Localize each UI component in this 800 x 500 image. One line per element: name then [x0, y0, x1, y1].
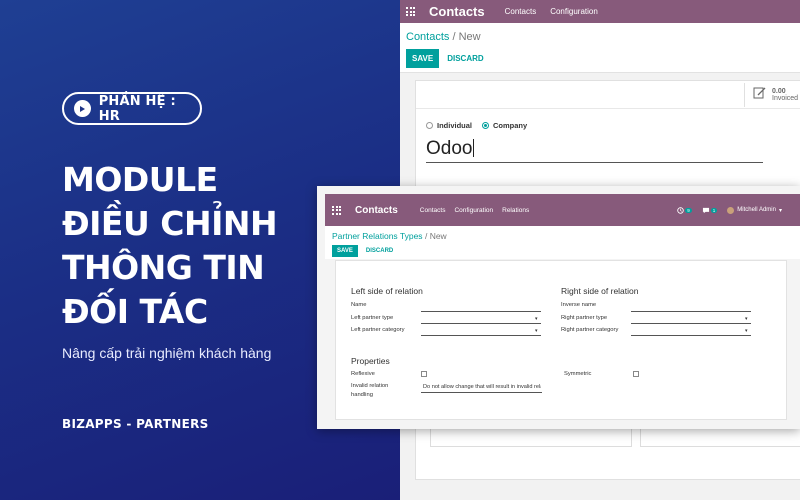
top-navbar: Contacts Contacts Configuration	[400, 0, 800, 23]
breadcrumb-separator: /	[424, 231, 428, 241]
app-name[interactable]: Contacts	[429, 4, 485, 19]
menu-relations[interactable]: Relations	[502, 207, 529, 214]
messages-button[interactable]: 1	[702, 207, 718, 214]
dropdown-arrow-icon[interactable]: ▾	[535, 316, 538, 322]
breadcrumb-separator: /	[452, 31, 456, 43]
breadcrumb: Contacts / New	[406, 31, 794, 43]
top-navbar: Contacts Contacts Configuration Relation…	[325, 194, 800, 226]
radio-company[interactable]: Company	[482, 121, 527, 130]
apps-menu-icon[interactable]	[406, 7, 415, 16]
invalid-handling-select[interactable]	[421, 392, 542, 393]
symmetric-label: Symmetric	[564, 371, 592, 377]
dropdown-arrow-icon[interactable]: ▾	[745, 316, 748, 322]
invoice-icon	[753, 86, 766, 104]
name-input[interactable]	[421, 311, 541, 312]
control-panel: Partner Relations Types / New SAVE DISCA…	[325, 226, 800, 259]
invalid-handling-label-line2: handling	[351, 392, 373, 398]
menu-configuration[interactable]: Configuration	[454, 207, 493, 214]
radio-icon[interactable]	[426, 122, 433, 129]
chevron-down-icon: ▾	[778, 207, 782, 214]
discard-button[interactable]: DISCARD	[366, 248, 393, 254]
activity-badge: 9	[685, 207, 692, 213]
breadcrumb-parent[interactable]: Partner Relations Types	[332, 231, 423, 241]
menu-contacts[interactable]: Contacts	[505, 7, 537, 16]
name-input[interactable]: Odoo	[426, 138, 763, 163]
module-pill: PHẦN HỆ : HR	[62, 92, 202, 125]
messages-badge: 1	[710, 207, 718, 213]
save-button[interactable]: SAVE	[406, 49, 440, 68]
play-icon	[74, 100, 91, 117]
symmetric-checkbox[interactable]	[633, 371, 639, 377]
invalid-handling-value: Do not allow change that will result in …	[423, 384, 541, 390]
text-cursor	[473, 139, 475, 157]
right-partner-category-select[interactable]	[631, 335, 751, 336]
pill-label: PHẦN HỆ : HR	[98, 93, 176, 124]
apps-menu-icon[interactable]	[332, 205, 341, 215]
app-name[interactable]: Contacts	[355, 205, 398, 216]
right-section-title: Right side of relation	[561, 286, 639, 296]
name-label: Name	[351, 302, 367, 308]
menu-contacts[interactable]: Contacts	[420, 207, 446, 214]
divider	[416, 108, 800, 109]
left-partner-type-label: Left partner type	[351, 315, 394, 321]
left-partner-category-select[interactable]	[421, 335, 541, 336]
properties-title: Properties	[351, 356, 390, 366]
breadcrumb-parent[interactable]: Contacts	[406, 31, 449, 43]
menu-configuration[interactable]: Configuration	[550, 7, 598, 16]
user-menu[interactable]: Mitchell Admin ▾	[727, 206, 782, 214]
right-partner-category-label: Right partner category	[561, 327, 619, 333]
radio-icon[interactable]	[482, 122, 490, 129]
left-partner-category-label: Left partner category	[351, 327, 405, 333]
reflexive-label: Reflexive	[351, 371, 375, 377]
activity-button[interactable]: 9	[677, 206, 692, 214]
left-partner-type-select[interactable]	[421, 323, 541, 324]
breadcrumb: Partner Relations Types / New	[332, 231, 800, 241]
relation-types-window: Contacts Contacts Configuration Relation…	[317, 186, 800, 429]
right-partner-type-label: Right partner type	[561, 315, 608, 321]
reflexive-checkbox[interactable]	[421, 371, 427, 377]
name-value: Odoo	[426, 138, 473, 159]
invalid-handling-label: Invalid relation	[351, 383, 389, 389]
invoiced-label: Invoiced	[772, 95, 799, 102]
chat-icon	[702, 207, 709, 213]
company-type-radio: Individual Company	[426, 121, 537, 130]
inverse-name-input[interactable]	[631, 311, 751, 312]
save-button[interactable]: SAVE	[332, 245, 358, 257]
dropdown-arrow-icon[interactable]: ▾	[745, 328, 748, 334]
right-partner-type-select[interactable]	[631, 323, 751, 324]
subtitle: Nâng cấp trải nghiệm khách hàng	[62, 345, 272, 361]
form-sheet: Left side of relation Name Left partner …	[335, 260, 787, 420]
brand-label: BIZAPPS - PARTNERS	[62, 417, 209, 431]
breadcrumb-current: New	[429, 231, 447, 241]
dropdown-arrow-icon[interactable]: ▾	[535, 328, 538, 334]
invoiced-value: 0.00	[772, 88, 786, 95]
radio-label: Company	[493, 121, 528, 130]
radio-label: Individual	[437, 121, 473, 130]
control-panel: Contacts / New SAVE DISCARD	[400, 23, 800, 73]
breadcrumb-current: New	[458, 31, 481, 43]
left-section-title: Left side of relation	[351, 286, 423, 296]
inverse-name-label: Inverse name	[561, 302, 597, 308]
user-name: Mitchell Admin	[737, 207, 776, 213]
clock-icon	[677, 206, 685, 214]
discard-button[interactable]: DISCARD	[447, 54, 483, 63]
radio-individual[interactable]: Individual	[426, 121, 472, 130]
invoiced-stat-button[interactable]: 0.00 Invoiced	[744, 83, 800, 107]
avatar	[727, 206, 735, 214]
